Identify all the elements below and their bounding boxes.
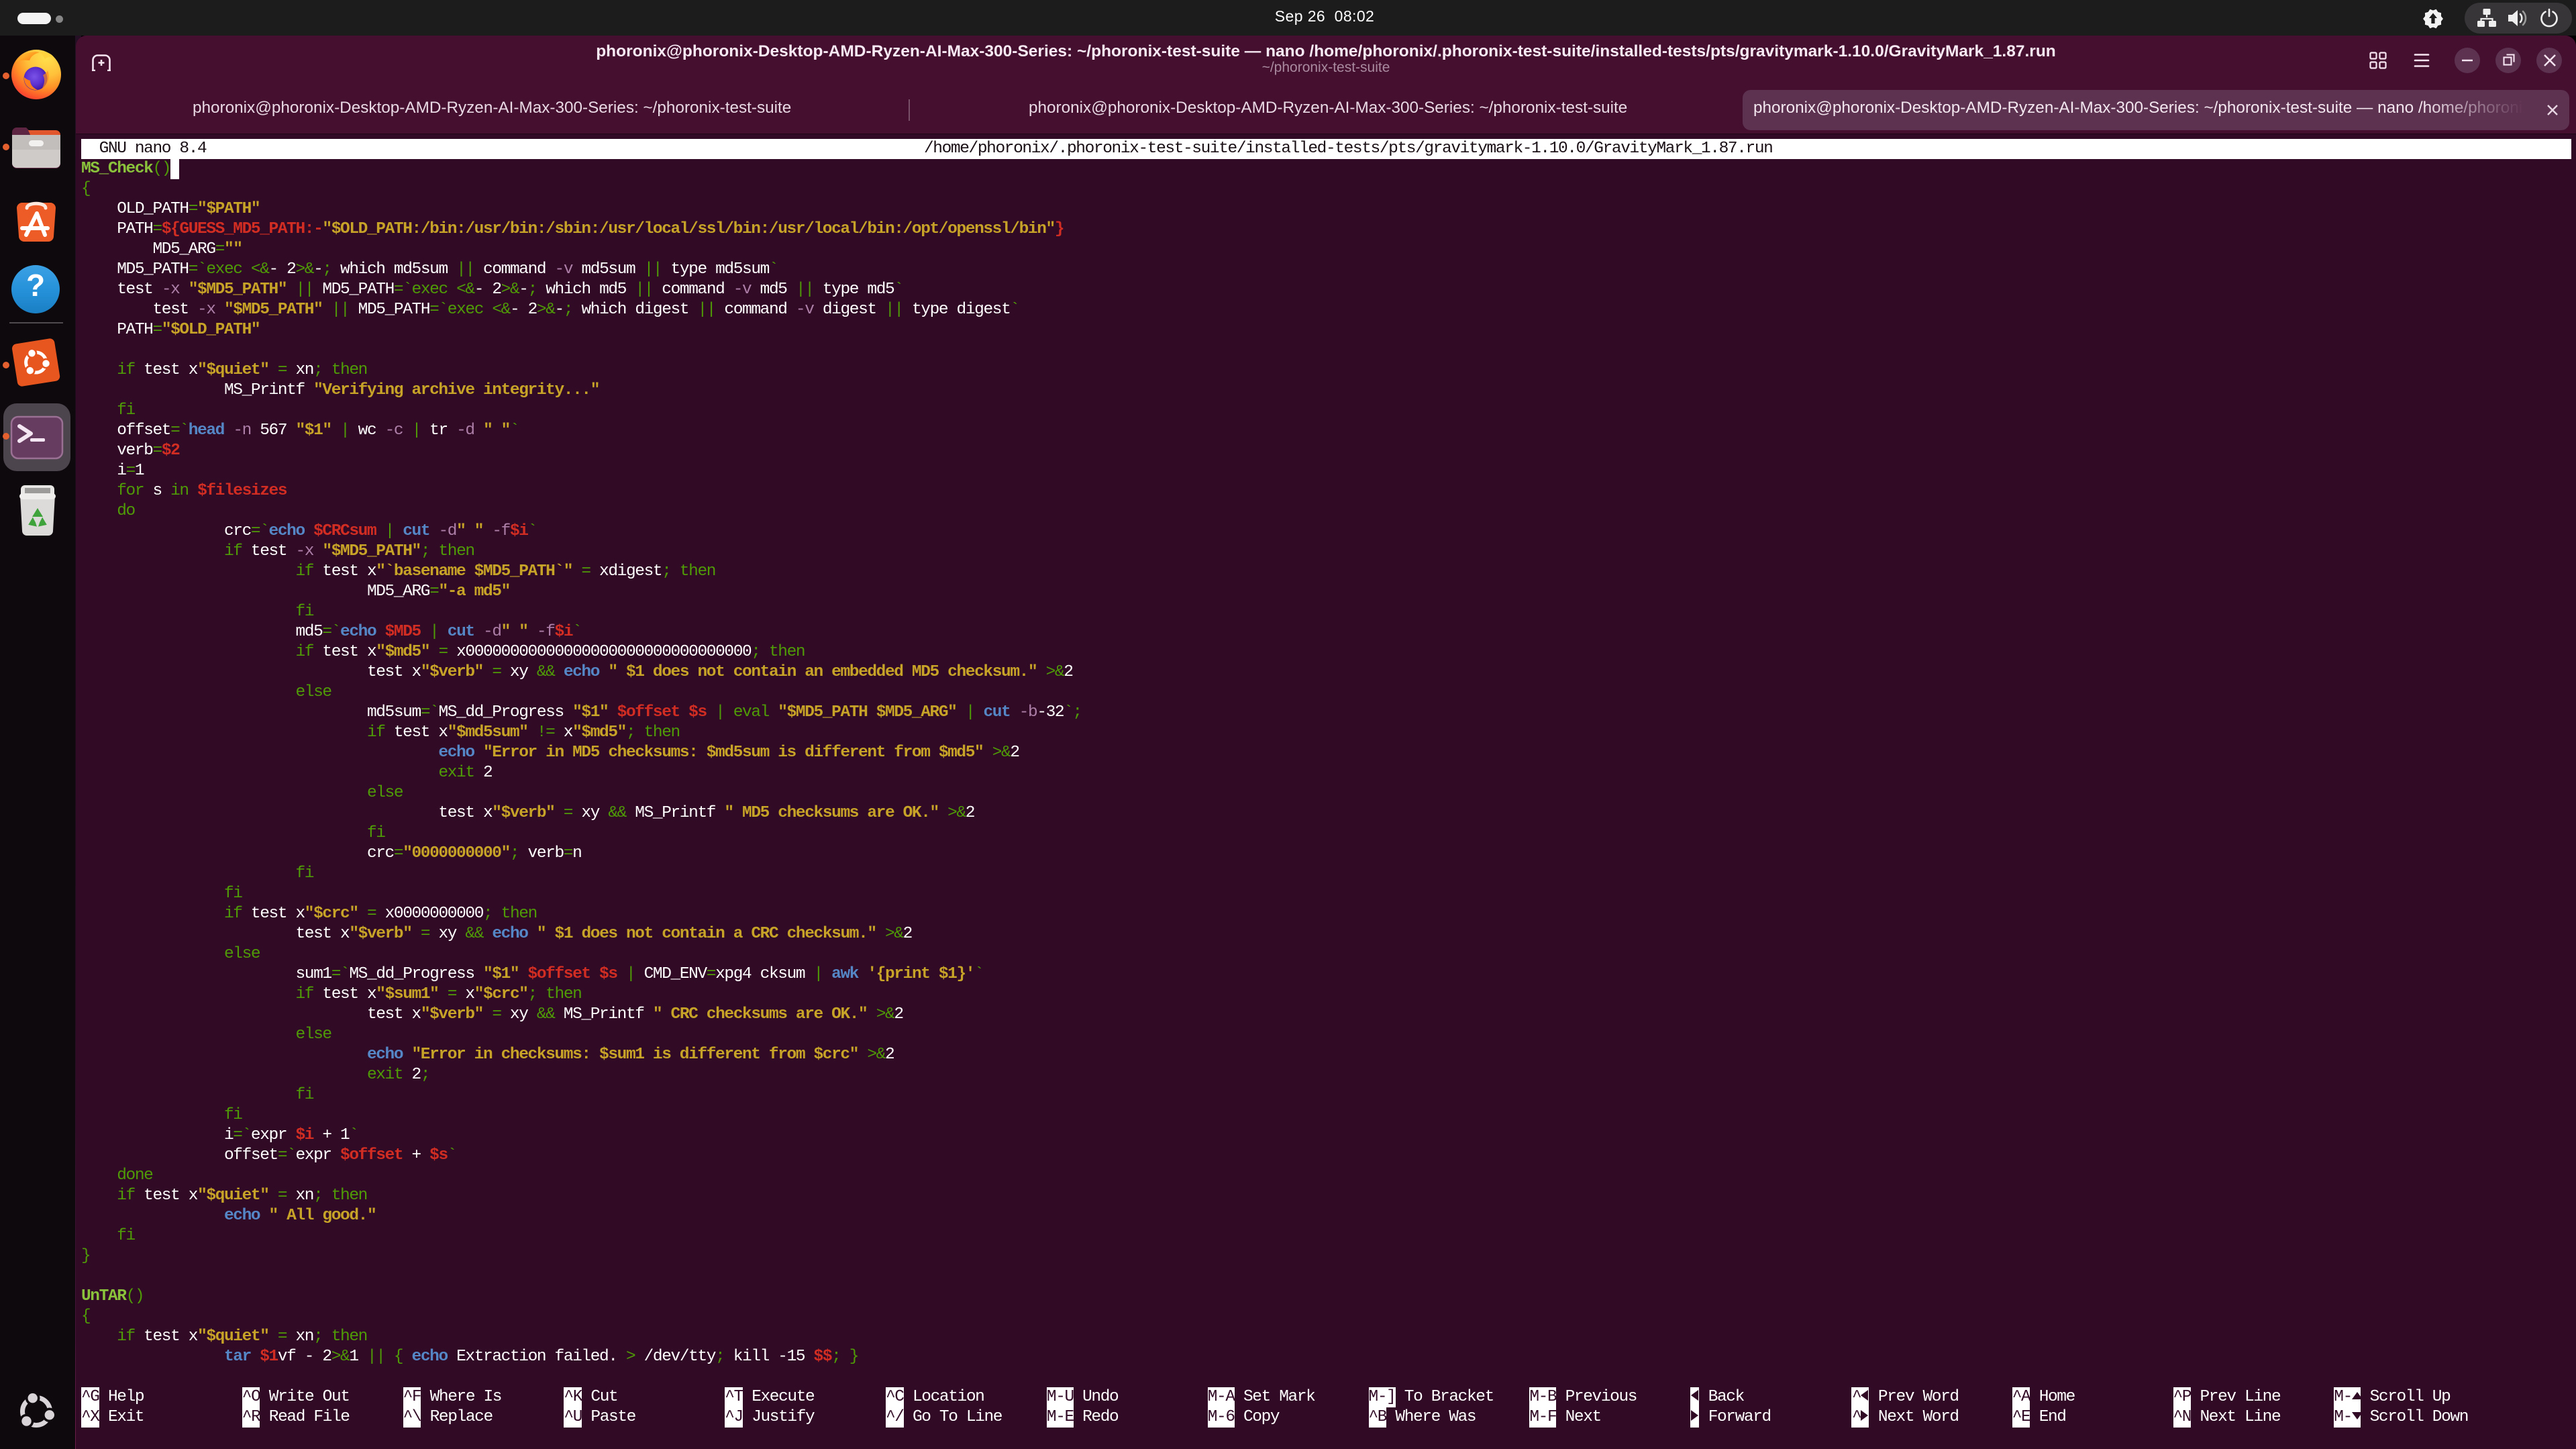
svg-text:?: ? — [26, 268, 45, 303]
